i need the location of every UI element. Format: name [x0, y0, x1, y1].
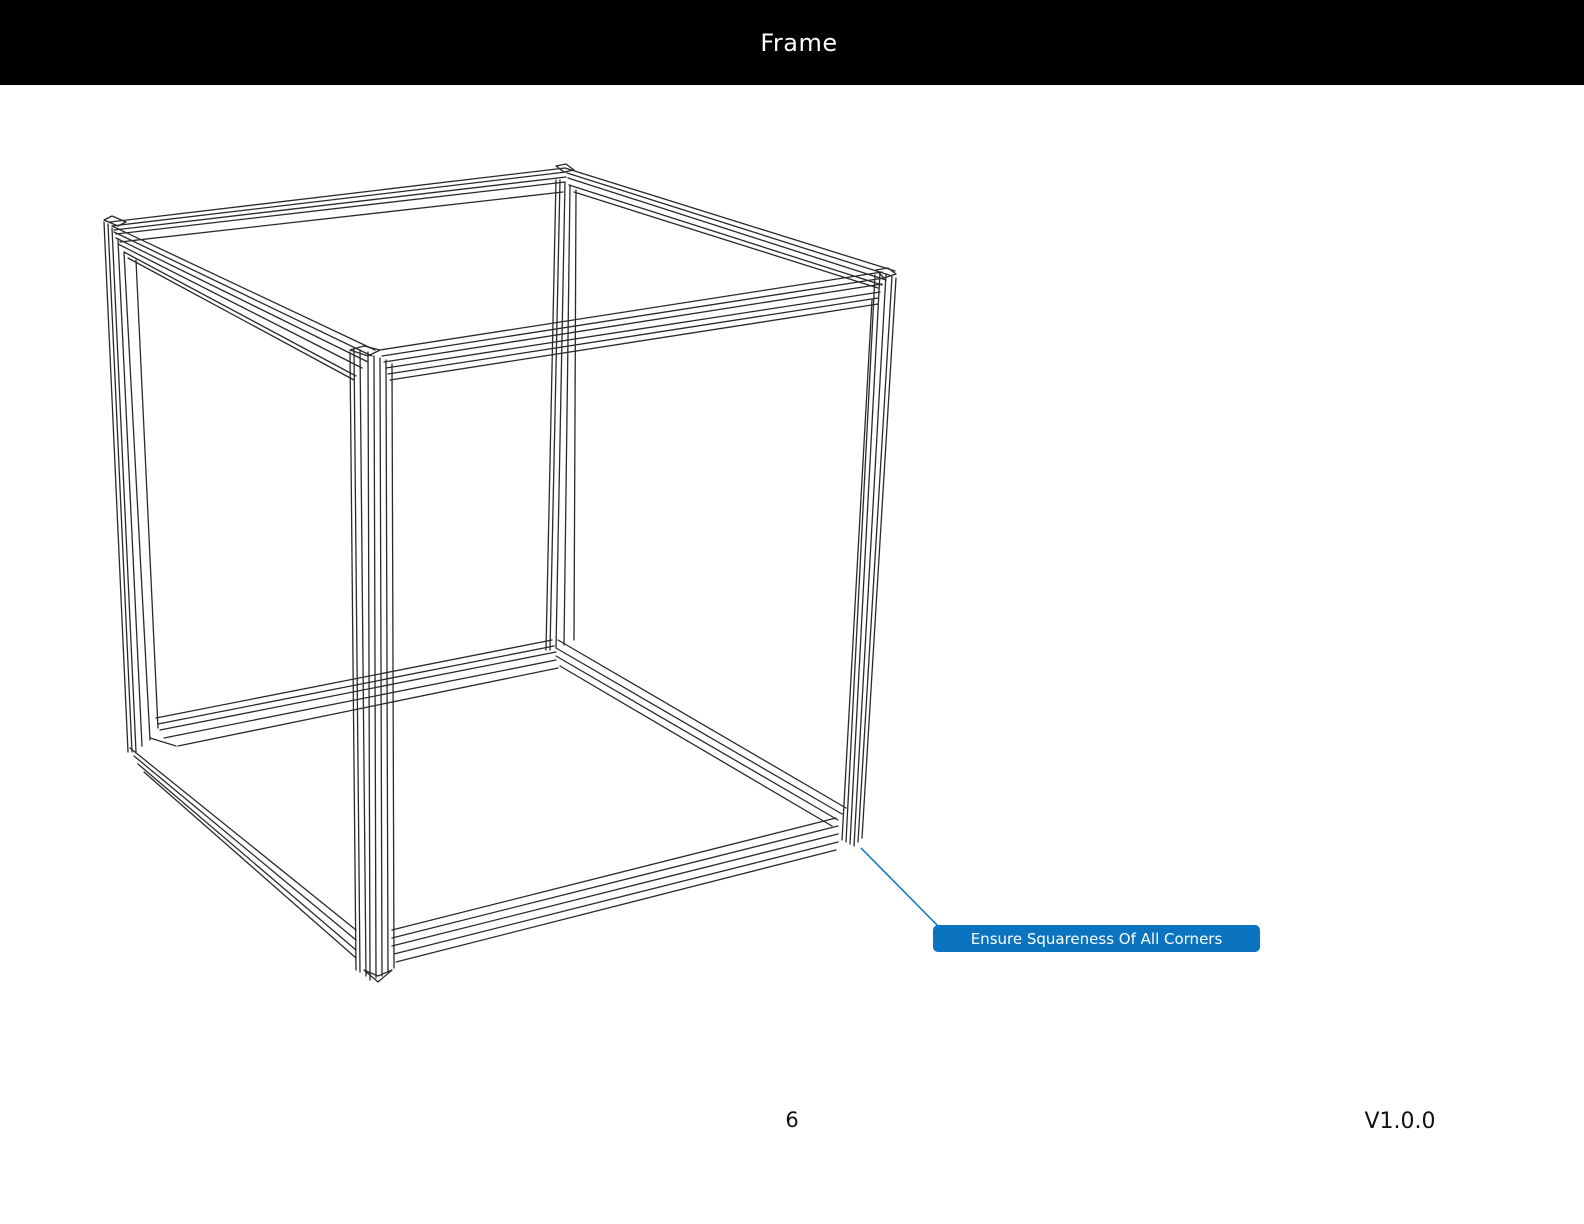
bottom-front-rail: [391, 817, 839, 963]
front-post: [349, 349, 395, 981]
top-back-rail: [109, 167, 567, 243]
callout-label: Ensure Squareness Of All Corners: [933, 925, 1260, 952]
back-post: [545, 179, 577, 651]
bottom-left-front-rail: [129, 737, 357, 959]
page-title: Frame: [760, 28, 838, 57]
header-bar: Frame: [0, 0, 1584, 85]
top-left-rail: [111, 225, 376, 381]
frame-illustration: [103, 163, 939, 983]
version-label: V1.0.0: [1364, 1109, 1436, 1134]
left-post: [103, 221, 159, 753]
bottom-right-back-rail: [555, 639, 847, 827]
top-right-rail: [564, 167, 896, 289]
page-number: 6: [785, 1108, 799, 1132]
callout-leader-line: [860, 847, 939, 927]
corner-connectors: [103, 163, 897, 983]
right-post: [841, 271, 897, 847]
top-front-rail: [379, 271, 885, 381]
